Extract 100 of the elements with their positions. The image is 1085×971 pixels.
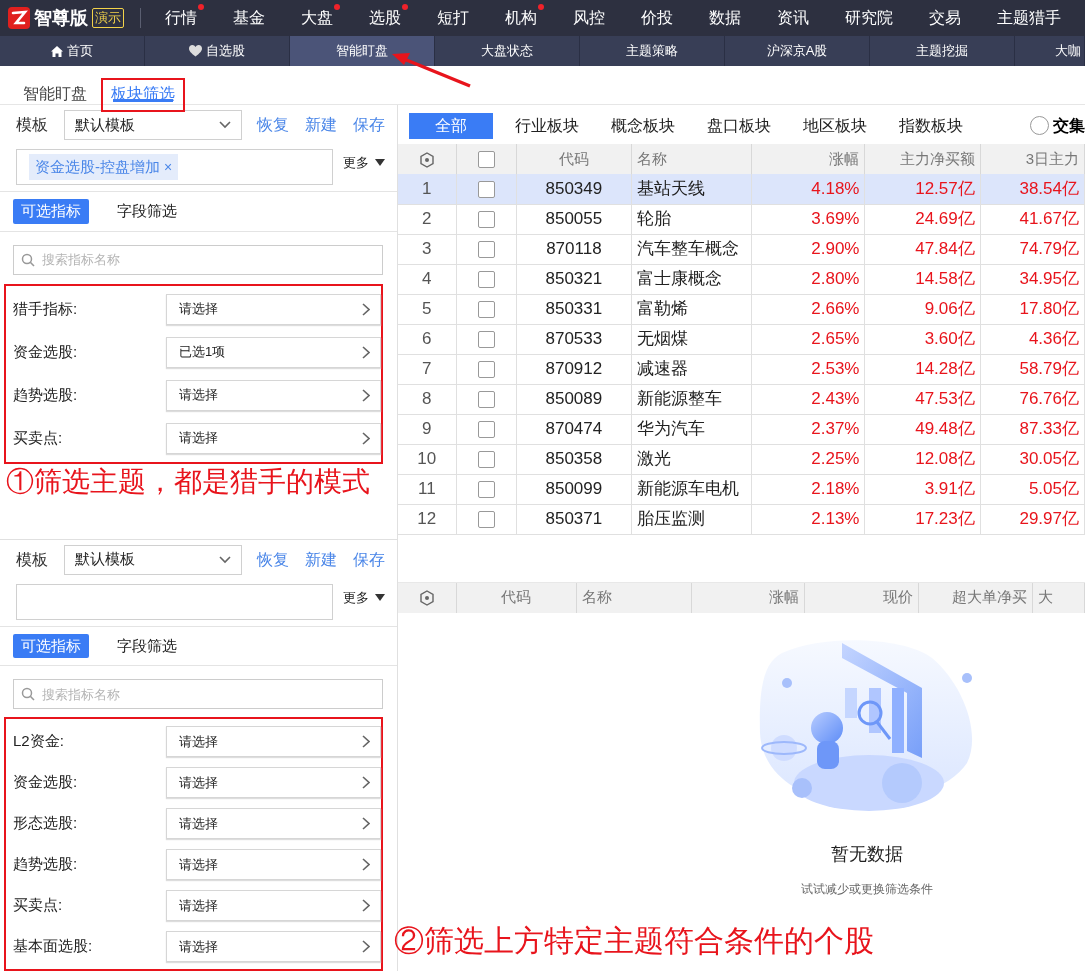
menu-item[interactable]: 选股	[369, 6, 401, 30]
menu-item[interactable]: 研究院	[845, 6, 893, 30]
row-checkbox[interactable]	[477, 511, 495, 529]
sector-tab[interactable]: 盘口板块	[697, 112, 781, 139]
menu-item[interactable]: 主题猎手	[997, 6, 1061, 30]
column-header[interactable]: 主力净买额	[865, 144, 981, 174]
row-checkbox[interactable]	[477, 361, 495, 379]
annotation-text: ②筛选上方特定主题符合条件的个股	[394, 923, 874, 959]
menu-item[interactable]: 短打	[437, 6, 469, 30]
column-header[interactable]: 名称	[576, 582, 692, 613]
row-checkbox[interactable]	[477, 271, 495, 289]
menu-item[interactable]: 资讯	[777, 6, 809, 30]
row-checkbox[interactable]	[477, 301, 495, 319]
menu-item[interactable]: 价投	[641, 6, 673, 30]
nav-tab[interactable]: 首页	[0, 36, 145, 66]
criterion-label: 形态选股:	[13, 813, 78, 834]
column-header[interactable]: 名称	[631, 144, 752, 174]
nav-tab[interactable]: 沪深京A股	[725, 36, 870, 66]
more-dropdown[interactable]: 更多	[343, 153, 385, 173]
row-checkbox[interactable]	[477, 421, 495, 439]
sector-tab[interactable]: 概念板块	[601, 112, 685, 139]
mode-tab[interactable]: 字段筛选	[109, 633, 185, 658]
criterion-select[interactable]: 请选择	[166, 422, 381, 454]
criterion-select[interactable]: 请选择	[166, 931, 381, 962]
row-checkbox[interactable]	[477, 481, 495, 499]
menu-item[interactable]: 风控	[573, 6, 605, 30]
mode-tab[interactable]: 字段筛选	[109, 199, 185, 224]
tag-field[interactable]	[16, 583, 333, 620]
row-checkbox[interactable]	[477, 211, 495, 229]
select-all-checkbox[interactable]	[477, 151, 495, 169]
more-dropdown[interactable]: 更多	[343, 587, 385, 607]
column-header[interactable]: 大	[1032, 582, 1085, 613]
criterion-select[interactable]: 请选择	[166, 379, 381, 411]
sub-tab[interactable]: 智能盯盘	[13, 78, 97, 112]
column-header[interactable]: 涨幅	[691, 582, 805, 613]
menu-item[interactable]: 机构	[505, 6, 537, 30]
chevron-right-icon	[362, 388, 370, 402]
template-label: 模板	[16, 115, 48, 135]
search-field[interactable]: 搜索指标名称	[13, 244, 383, 275]
criterion-select[interactable]: 请选择	[166, 849, 381, 880]
column-header[interactable]: 3日主力	[980, 144, 1085, 174]
menu-item[interactable]: 数据	[709, 6, 741, 30]
sector-tab[interactable]: 指数板块	[889, 112, 973, 139]
menu-item[interactable]: 交易	[929, 6, 961, 30]
criterion-label: 买卖点:	[13, 895, 63, 916]
action-link[interactable]: 保存	[353, 113, 385, 137]
sector-tab[interactable]: 行业板块	[505, 112, 589, 139]
table-cell: 胎压监测	[631, 504, 752, 534]
chevron-down-icon	[219, 121, 231, 129]
row-checkbox[interactable]	[477, 331, 495, 349]
template-select[interactable]: 默认模板	[64, 110, 242, 140]
criterion-label: 资金选股:	[13, 341, 78, 362]
row-checkbox[interactable]	[477, 181, 495, 198]
nav-tab[interactable]: 大盘状态	[435, 36, 580, 66]
row-number: 6	[398, 324, 457, 354]
table-cell: 3.60亿	[865, 324, 981, 354]
column-header[interactable]: 代码	[456, 582, 577, 613]
column-header[interactable]: 现价	[804, 582, 919, 613]
menu-item[interactable]: 大盘	[301, 6, 333, 30]
column-header[interactable]: 涨幅	[751, 144, 865, 174]
table-cell: 5.05亿	[980, 474, 1085, 504]
row-checkbox[interactable]	[477, 241, 495, 259]
row-checkbox[interactable]	[477, 451, 495, 469]
criterion-select[interactable]: 请选择	[166, 767, 381, 798]
criterion-select[interactable]: 请选择	[166, 726, 381, 757]
menu-item[interactable]: 基金	[233, 6, 265, 30]
column-header[interactable]: 代码	[516, 144, 632, 174]
nav-tab[interactable]: 主题策略	[580, 36, 725, 66]
table-cell: 870118	[516, 234, 632, 264]
nav-tab[interactable]: 大咖	[1015, 36, 1085, 66]
criterion-select[interactable]: 请选择	[166, 808, 381, 839]
column-header[interactable]: 超大单净买	[918, 582, 1033, 613]
criterion-select[interactable]: 已选1项	[166, 336, 381, 368]
mode-tab[interactable]: 可选指标	[13, 633, 89, 658]
sector-tab[interactable]: 全部	[409, 112, 493, 139]
menu-item[interactable]: 行情	[165, 6, 197, 30]
settings-icon	[418, 590, 435, 607]
mode-tab[interactable]: 可选指标	[13, 199, 89, 224]
nav-tab[interactable]: 智能盯盘	[290, 36, 435, 66]
action-link[interactable]: 恢复	[257, 547, 289, 572]
criterion-select[interactable]: 请选择	[166, 890, 381, 921]
template-select[interactable]: 默认模板	[64, 544, 242, 575]
criterion-label: 猎手指标:	[13, 298, 78, 319]
row-number: 2	[398, 204, 457, 234]
table-cell: 87.33亿	[980, 414, 1085, 444]
sector-tab[interactable]: 地区板块	[793, 112, 877, 139]
action-link[interactable]: 新建	[305, 547, 337, 572]
table-cell: 2.37%	[751, 414, 865, 444]
action-link[interactable]: 新建	[305, 113, 337, 137]
nav-tab[interactable]: 主题挖掘	[870, 36, 1015, 66]
row-checkbox[interactable]	[477, 391, 495, 409]
action-link[interactable]: 恢复	[257, 113, 289, 137]
table-cell: 激光	[631, 444, 752, 474]
table-cell: 14.58亿	[865, 264, 981, 294]
intersection-radio[interactable]: 交集	[1030, 113, 1085, 138]
action-link[interactable]: 保存	[353, 547, 385, 572]
table-cell: 41.67亿	[980, 204, 1085, 234]
criterion-select[interactable]: 请选择	[166, 293, 381, 325]
chevron-right-icon	[362, 431, 370, 445]
search-field[interactable]: 搜索指标名称	[13, 679, 383, 709]
